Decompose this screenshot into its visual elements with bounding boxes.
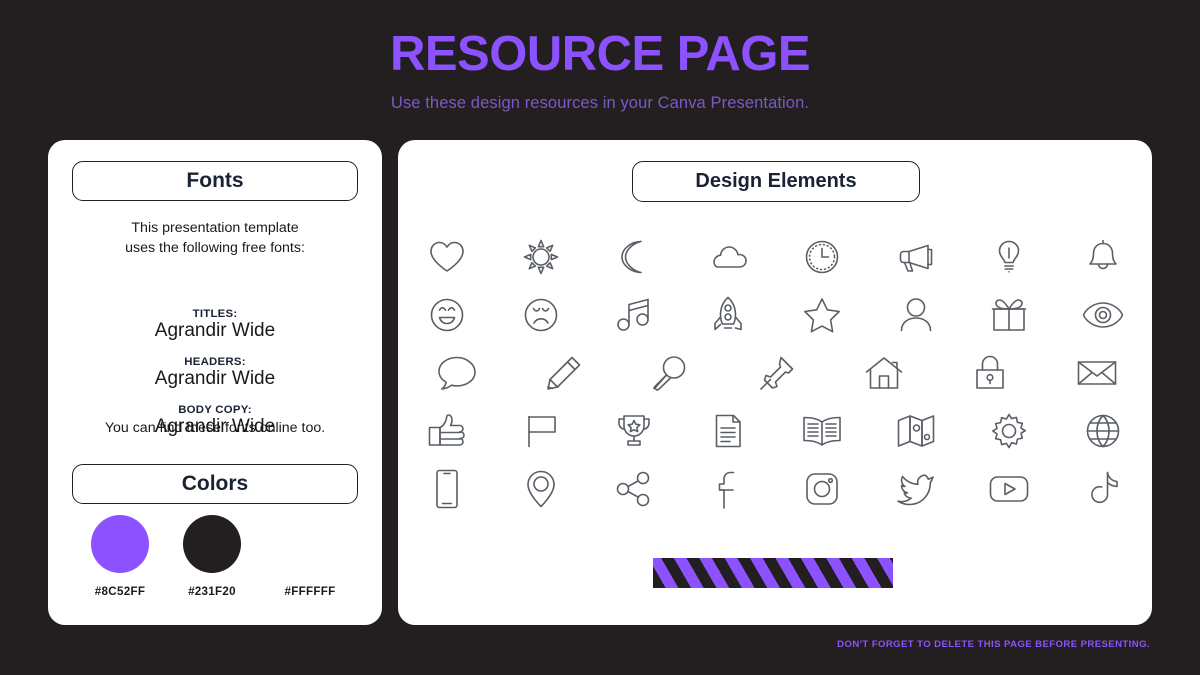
lock-icon[interactable] xyxy=(963,348,1017,398)
font-entry-headers: HEADERS: Agrandir Wide xyxy=(48,356,382,390)
pushpin-icon[interactable] xyxy=(750,348,804,398)
color-hex-label: #8C52FF xyxy=(94,585,146,598)
book-icon[interactable] xyxy=(795,406,849,456)
smartphone-icon[interactable] xyxy=(420,464,474,514)
font-entry-value: Agrandir Wide xyxy=(154,320,276,341)
color-swatch-item: #FFFFFF xyxy=(262,515,358,598)
design-elements-header: Design Elements xyxy=(632,161,920,202)
color-swatch-item: #8C52FF xyxy=(72,515,168,598)
lightbulb-icon[interactable] xyxy=(982,232,1036,282)
music-note-icon[interactable] xyxy=(607,290,661,340)
icon-row xyxy=(420,344,1130,402)
clock-icon[interactable] xyxy=(795,232,849,282)
color-hex-label: #231F20 xyxy=(188,585,236,598)
fonts-section-header: Fonts xyxy=(72,161,358,201)
fonts-intro-line-2: uses the following free fonts: xyxy=(125,240,305,257)
fonts-section-label: Fonts xyxy=(186,169,244,192)
magnifier-icon[interactable] xyxy=(643,348,697,398)
fonts-outro-text: You can find these fonts online too. xyxy=(104,420,326,436)
tiktok-icon[interactable] xyxy=(1076,464,1130,514)
color-swatch-dot xyxy=(183,515,241,573)
cloud-icon[interactable] xyxy=(701,232,755,282)
trophy-icon[interactable] xyxy=(607,406,661,456)
striped-banner xyxy=(653,558,893,588)
slide-canvas: RESOURCE PAGE Use these design resources… xyxy=(0,0,1200,675)
house-icon[interactable] xyxy=(857,348,911,398)
design-elements-label: Design Elements xyxy=(695,170,857,192)
smiley-sad-icon[interactable] xyxy=(514,290,568,340)
footer-note: DON'T FORGET TO DELETE THIS PAGE BEFORE … xyxy=(837,639,1150,650)
twitter-icon[interactable] xyxy=(889,464,943,514)
design-elements-card: Design Elements xyxy=(398,140,1152,625)
envelope-icon[interactable] xyxy=(1070,348,1124,398)
color-swatch-item: #231F20 xyxy=(164,515,260,598)
font-entry-value: Agrandir Wide xyxy=(154,368,276,389)
fonts-intro-text: This presentation template uses the foll… xyxy=(48,218,382,258)
page-subtitle: Use these design resources in your Canva… xyxy=(390,94,810,112)
colors-section-header: Colors xyxy=(72,464,358,504)
youtube-icon[interactable] xyxy=(982,464,1036,514)
gift-icon[interactable] xyxy=(982,290,1036,340)
star-icon[interactable] xyxy=(795,290,849,340)
icon-row xyxy=(420,402,1130,460)
pencil-icon[interactable] xyxy=(537,348,591,398)
thumbs-up-icon[interactable] xyxy=(420,406,474,456)
eye-icon[interactable] xyxy=(1076,290,1130,340)
rocket-icon[interactable] xyxy=(701,290,755,340)
font-entry-titles: TITLES: Agrandir Wide xyxy=(48,308,382,342)
icon-row xyxy=(420,228,1130,286)
icon-row xyxy=(420,286,1130,344)
globe-icon[interactable] xyxy=(1076,406,1130,456)
color-hex-label: #FFFFFF xyxy=(284,585,336,598)
share-icon[interactable] xyxy=(607,464,661,514)
document-icon[interactable] xyxy=(701,406,755,456)
megaphone-icon[interactable] xyxy=(889,232,943,282)
smiley-happy-icon[interactable] xyxy=(420,290,474,340)
facebook-icon[interactable] xyxy=(701,464,755,514)
gear-icon[interactable] xyxy=(982,406,1036,456)
instagram-icon[interactable] xyxy=(795,464,849,514)
map-icon[interactable] xyxy=(889,406,943,456)
flag-icon[interactable] xyxy=(514,406,568,456)
color-swatch-row: #8C52FF #231F20 #FFFFFF xyxy=(72,515,358,610)
icon-grid xyxy=(420,228,1130,518)
bell-icon[interactable] xyxy=(1076,232,1130,282)
fonts-card: Fonts This presentation template uses th… xyxy=(48,140,382,625)
icon-row xyxy=(420,460,1130,518)
person-icon[interactable] xyxy=(889,290,943,340)
colors-section-label: Colors xyxy=(181,472,249,495)
heart-icon[interactable] xyxy=(420,232,474,282)
color-swatch-dot xyxy=(91,515,149,573)
location-pin-icon[interactable] xyxy=(514,464,568,514)
page-title: RESOURCE PAGE xyxy=(389,27,811,81)
sun-icon[interactable] xyxy=(514,232,568,282)
fonts-intro-line-1: This presentation template xyxy=(131,220,299,236)
moon-icon[interactable] xyxy=(607,232,661,282)
speech-bubble-icon[interactable] xyxy=(430,348,484,398)
